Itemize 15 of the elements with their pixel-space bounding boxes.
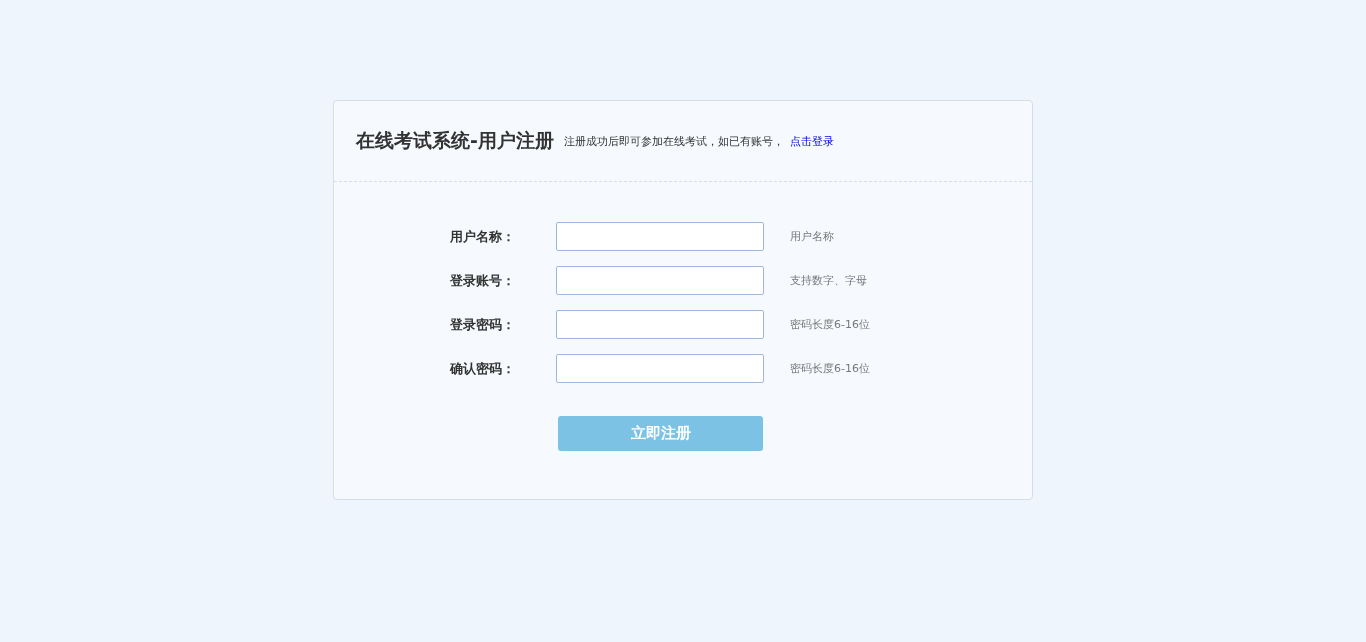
field-label: 登录账号：	[450, 271, 516, 290]
input-field[interactable]	[556, 222, 764, 251]
field-hint: 密码长度6-16位	[790, 361, 870, 376]
field-label: 确认密码：	[450, 359, 516, 378]
field-hint: 密码长度6-16位	[790, 317, 870, 332]
input-field[interactable]	[556, 310, 764, 339]
input-field[interactable]	[556, 266, 764, 295]
page-title: 在线考试系统-用户注册	[356, 128, 554, 153]
input-field[interactable]	[556, 354, 764, 383]
intro-text: 注册成功后即可参加在线考试，如已有账号，	[563, 133, 784, 149]
field-label: 登录密码：	[450, 315, 516, 334]
field-hint: 用户名称	[790, 229, 834, 244]
field-label: 用户名称：	[450, 227, 516, 246]
field-hint: 支持数字、字母	[790, 273, 867, 288]
login-link[interactable]: 点击登录	[789, 133, 834, 149]
